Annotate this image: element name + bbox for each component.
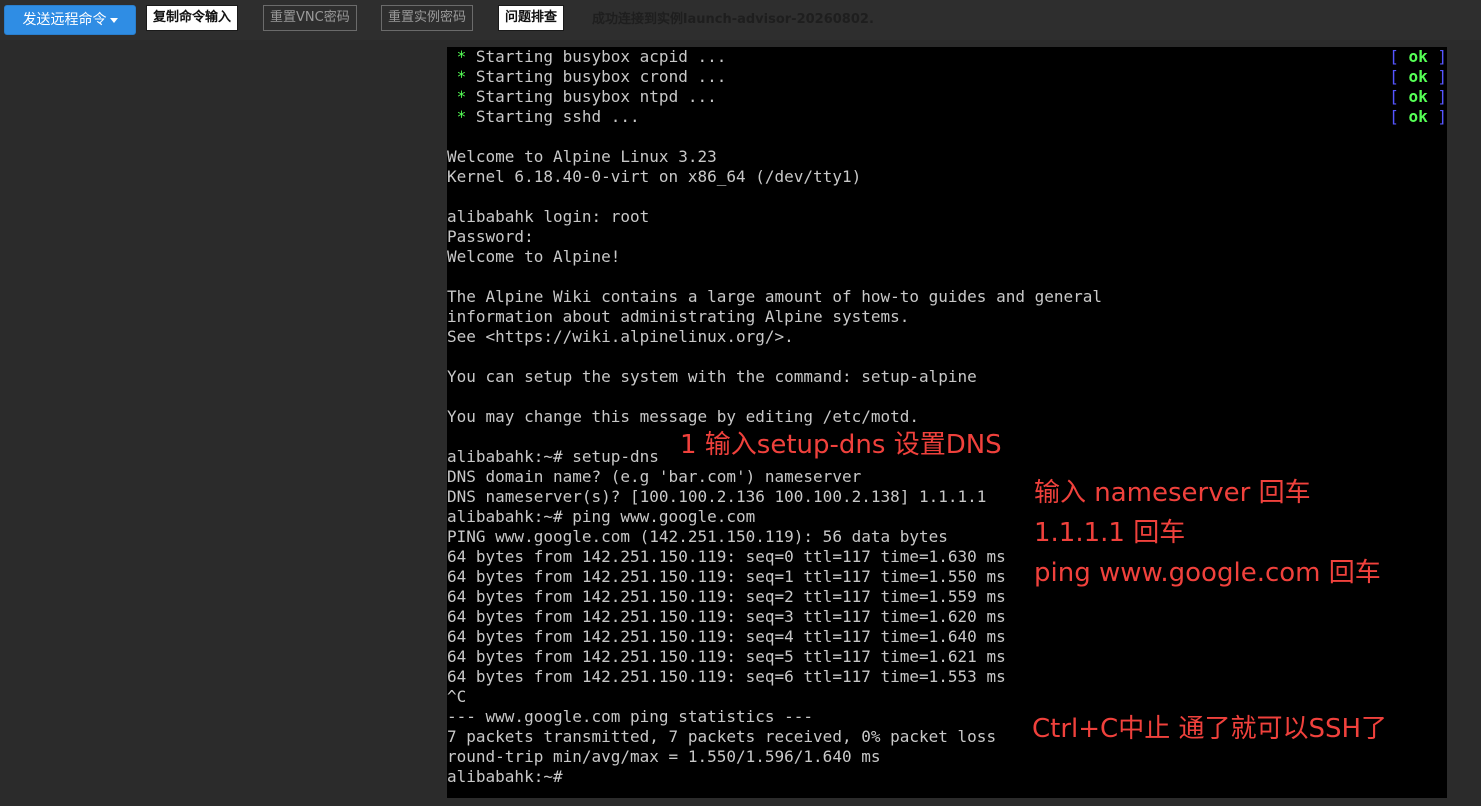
terminal-line: You can setup the system with the comman… xyxy=(447,367,977,386)
reset-vnc-password-button[interactable]: 重置VNC密码 xyxy=(263,5,357,31)
send-remote-command-button[interactable]: 发送远程命令 xyxy=(4,5,136,35)
terminal-line: 64 bytes from 142.251.150.119: seq=6 ttl… xyxy=(447,667,1006,686)
terminal-line: 64 bytes from 142.251.150.119: seq=3 ttl… xyxy=(447,607,1006,626)
terminal-line: See <https://wiki.alpinelinux.org/>. xyxy=(447,327,794,346)
terminal-line: alibabahk login: root xyxy=(447,207,650,226)
boot-ok-status: [ ok ] xyxy=(1389,47,1447,67)
ok-word: ok xyxy=(1408,107,1428,126)
terminal-line: alibabahk:~# xyxy=(447,767,563,786)
ok-close-bracket: ] xyxy=(1427,47,1447,66)
caret-down-icon xyxy=(109,17,118,23)
terminal-line: 64 bytes from 142.251.150.119: seq=5 ttl… xyxy=(447,647,1006,666)
ok-open-bracket: [ xyxy=(1389,87,1409,106)
boot-line-text: Starting busybox acpid ... xyxy=(475,47,727,66)
terminal-line: PING www.google.com (142.251.150.119): 5… xyxy=(447,527,948,546)
boot-ok-status: [ ok ] xyxy=(1389,87,1447,107)
terminal-line: 64 bytes from 142.251.150.119: seq=4 ttl… xyxy=(447,627,1006,646)
copy-command-input-button[interactable]: 复制命令输入 xyxy=(146,5,239,31)
ok-open-bracket: [ xyxy=(1389,107,1409,126)
terminal-line: 64 bytes from 142.251.150.119: seq=0 ttl… xyxy=(447,547,1006,566)
terminal-line: DNS domain name? (e.g 'bar.com') nameser… xyxy=(447,467,862,486)
terminal-line: round-trip min/avg/max = 1.550/1.596/1.6… xyxy=(447,747,881,766)
reset-instance-password-button[interactable]: 重置实例密码 xyxy=(381,5,474,31)
terminal-boot-line: * Starting busybox ntpd ... xyxy=(447,87,717,107)
annotation-step-2: 输入 nameserver 回车 xyxy=(1034,478,1311,508)
terminal-line: Welcome to Alpine Linux 3.23 xyxy=(447,147,717,166)
boot-ok-status: [ ok ] xyxy=(1389,67,1447,87)
terminal-boot-line: * Starting busybox acpid ... xyxy=(447,47,727,67)
terminal-line: 7 packets transmitted, 7 packets receive… xyxy=(447,727,997,746)
boot-star-marker: * xyxy=(447,107,476,126)
troubleshoot-button[interactable]: 问题排查 xyxy=(498,5,565,31)
ok-close-bracket: ] xyxy=(1427,107,1447,126)
boot-line-text: Starting sshd ... xyxy=(475,107,640,126)
terminal-line: You may change this message by editing /… xyxy=(447,407,920,426)
annotation-step-1: 1 输入setup-dns 设置DNS xyxy=(680,430,1002,460)
terminal-line: The Alpine Wiki contains a large amount … xyxy=(447,287,1103,306)
vnc-terminal-screen[interactable]: * Starting busybox acpid ... [ ok ] * Sta… xyxy=(447,47,1447,798)
terminal-line: alibabahk:~# setup-dns xyxy=(447,447,659,466)
terminal-line: --- www.google.com ping statistics --- xyxy=(447,707,814,726)
ok-close-bracket: ] xyxy=(1427,87,1447,106)
boot-line-text: Starting busybox ntpd ... xyxy=(475,87,717,106)
terminal-line: Kernel 6.18.40-0-virt on x86_64 (/dev/tt… xyxy=(447,167,862,186)
annotation-step-4: ping www.google.com 回车 xyxy=(1034,558,1381,588)
terminal-line: DNS nameserver(s)? [100.100.2.136 100.10… xyxy=(447,487,987,506)
ok-close-bracket: ] xyxy=(1427,67,1447,86)
terminal-line: ^C xyxy=(447,687,467,706)
ok-open-bracket: [ xyxy=(1389,67,1409,86)
ok-word: ok xyxy=(1408,47,1428,66)
terminal-boot-line: * Starting busybox crond ... xyxy=(447,67,727,87)
boot-star-marker: * xyxy=(447,67,476,86)
terminal-line: information about administrating Alpine … xyxy=(447,307,910,326)
terminal-boot-line: * Starting sshd ... xyxy=(447,107,640,127)
terminal-line: alibabahk:~# ping www.google.com xyxy=(447,507,756,526)
connection-status: 成功连接到实例launch-advisor-20260802. xyxy=(592,12,874,27)
annotation-step-5: Ctrl+C中止 通了就可以SSH了 xyxy=(1032,714,1388,744)
annotation-step-3: 1.1.1.1 回车 xyxy=(1034,518,1186,548)
toolbar: 发送远程命令 复制命令输入 重置VNC密码 重置实例密码 问题排查 成功连接到实… xyxy=(0,0,1481,40)
boot-line-text: Starting busybox crond ... xyxy=(475,67,727,86)
ok-open-bracket: [ xyxy=(1389,47,1409,66)
ok-word: ok xyxy=(1408,87,1428,106)
boot-star-marker: * xyxy=(447,47,476,66)
boot-ok-status: [ ok ] xyxy=(1389,107,1447,127)
terminal-line: 64 bytes from 142.251.150.119: seq=1 ttl… xyxy=(447,567,1006,586)
terminal-line: 64 bytes from 142.251.150.119: seq=2 ttl… xyxy=(447,587,1006,606)
send-remote-command-label: 发送远程命令 xyxy=(22,12,107,28)
terminal-line: Welcome to Alpine! xyxy=(447,247,621,266)
boot-star-marker: * xyxy=(447,87,476,106)
ok-word: ok xyxy=(1408,67,1428,86)
terminal-line: Password: xyxy=(447,227,534,246)
